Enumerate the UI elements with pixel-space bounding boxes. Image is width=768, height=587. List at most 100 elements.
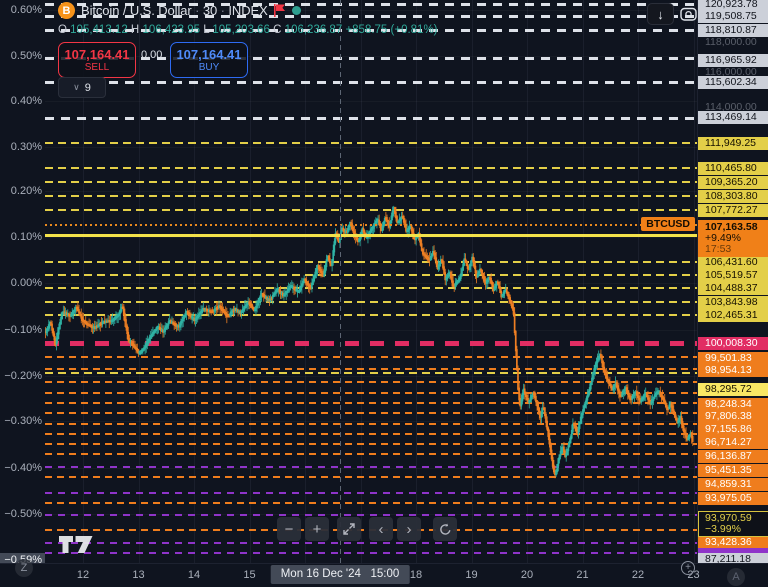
time-tick-label: 22: [632, 569, 644, 581]
clipped-purple-level-label: [698, 548, 768, 553]
expand-icon: [343, 523, 355, 535]
percent-tick-label: 0.00%: [0, 277, 42, 289]
timezone-badge[interactable]: Z: [15, 559, 33, 577]
camera-icon: [680, 6, 697, 21]
price-level-label-yellow: 107,772.27: [698, 204, 768, 217]
percent-tick-label: 0.40%: [0, 95, 42, 107]
buy-label: BUY: [199, 62, 220, 74]
percent-tick-label: 0.30%: [0, 141, 42, 153]
bitcoin-icon: B: [58, 2, 75, 19]
market-type: INDEX: [228, 3, 267, 18]
buy-button[interactable]: 107,164.41 BUY: [170, 42, 248, 78]
time-tick-label: 19: [465, 569, 477, 581]
price-level-label-yellow: 111,949.25: [698, 137, 768, 150]
time-tick-label: 18: [410, 569, 422, 581]
price-level-label-grey: 115,602.34: [698, 76, 768, 89]
price-level-label-yellow: 109,365.20: [698, 176, 768, 189]
percent-tick-label: −0.50%: [0, 508, 42, 520]
horizontal-line-drawing[interactable]: [45, 234, 697, 237]
close-key: C: [273, 24, 281, 36]
price-level-label-orange: 93,428.36: [698, 536, 768, 549]
percent-tick-label: −0.10%: [0, 324, 42, 336]
chart-plot-area[interactable]: BTCUSD B Bitcoin / U.S. Dollar · 30 · IN…: [45, 0, 697, 563]
time-tick-label: 13: [132, 569, 144, 581]
zoom-out-button[interactable]: −: [277, 517, 301, 541]
quantity-value: 9: [85, 82, 91, 94]
bar-countdown: 17:53: [705, 244, 768, 255]
close-value: 106,236.87: [285, 24, 343, 36]
price-line-symbol-tag: BTCUSD: [641, 217, 695, 231]
high-value: 106,423.95: [142, 24, 200, 36]
market-status-dot[interactable]: [292, 6, 301, 15]
price-axis[interactable]: 118,000.00116,000.00114,000.00120,923.78…: [697, 0, 768, 563]
change-value: +858.75 (+0.81%): [345, 24, 437, 36]
sell-button[interactable]: 107,164.41 SELL: [58, 42, 136, 78]
tradingview-chart-window: BTCUSD B Bitcoin / U.S. Dollar · 30 · IN…: [0, 0, 768, 587]
spread-value: 0.00: [141, 49, 162, 61]
price-level-label-yellow: 105,519.57: [698, 269, 768, 282]
candlestick-series[interactable]: [45, 0, 697, 563]
symbol-title[interactable]: Bitcoin / U.S. Dollar · 30 · INDEX: [81, 3, 268, 18]
price-level-label-yellow: 102,465.31: [698, 309, 768, 322]
reset-view-button[interactable]: [433, 517, 457, 541]
price-level-label-yellow: 104,488.37: [698, 282, 768, 295]
buy-price: 107,164.41: [176, 47, 241, 62]
current-price-label: 107,163.58 +9.49% 17:53: [698, 220, 768, 257]
alert-price-label[interactable]: 93,970.59 −3.99%: [698, 511, 768, 537]
time-tick-label: 14: [188, 569, 200, 581]
percent-tick-label: −0.40%: [0, 462, 42, 474]
add-alert-plus-icon[interactable]: +: [681, 561, 695, 575]
percent-tick-label: −0.20%: [0, 370, 42, 382]
time-tick-label: 21: [576, 569, 588, 581]
time-tick-label: 20: [521, 569, 533, 581]
flag-icon[interactable]: [274, 4, 286, 17]
percent-axis[interactable]: 0.60% 0.50% 0.40% 0.30% 0.20% 0.10% 0.00% −0.10…: [0, 0, 45, 563]
price-level-label-orange: 97,806.38: [698, 410, 768, 423]
minus-icon: −: [285, 521, 294, 538]
low-key: L: [203, 24, 209, 36]
ohlc-legend: O 105,413.12 H 106,423.95 L 105,203.66 C…: [58, 24, 438, 36]
open-value: 105,413.12: [70, 24, 128, 36]
low-value: 105,203.66: [212, 24, 270, 36]
alert-price-change: −3.99%: [705, 524, 768, 535]
chevron-down-icon: ∨: [73, 82, 80, 93]
interval-value: 30: [203, 3, 217, 18]
high-key: H: [131, 24, 139, 36]
percent-tick-label: −0.30%: [0, 415, 42, 427]
sell-label: SELL: [85, 62, 109, 74]
zoom-in-button[interactable]: +: [305, 517, 329, 541]
price-level-label-grey: 116,965.92: [698, 54, 768, 67]
time-axis[interactable]: 12131415181920212223 Mon 16 Dec '24 15:0…: [0, 563, 768, 587]
price-scale-tick: 118,000.00: [698, 36, 768, 49]
chevron-left-icon: ‹: [379, 521, 384, 538]
price-level-label-yellow: 106,431.60: [698, 256, 768, 269]
arrow-down-icon: ↓: [657, 7, 664, 22]
price-level-label-grey: 113,469.14: [698, 111, 768, 124]
scroll-right-button[interactable]: ›: [397, 517, 421, 541]
price-level-label-orange: 98,954.13: [698, 364, 768, 377]
tradingview-logo[interactable]: [58, 533, 96, 556]
price-level-label-orange: 95,451.35: [698, 464, 768, 477]
price-level-label-yellow: 110,465.80: [698, 162, 768, 175]
percent-tick-label: 0.50%: [0, 50, 42, 62]
price-level-label-grey: 119,508.75: [698, 10, 768, 23]
symbol-header[interactable]: B Bitcoin / U.S. Dollar · 30 · INDEX: [58, 2, 301, 19]
screenshot-button[interactable]: [677, 2, 697, 24]
percent-tick-label: 0.10%: [0, 231, 42, 243]
scroll-left-button[interactable]: ‹: [369, 517, 393, 541]
auto-scale-badge[interactable]: A: [727, 568, 745, 586]
chevron-right-icon: ›: [407, 521, 412, 538]
price-level-label-yellow: 108,303.80: [698, 190, 768, 203]
maximize-button[interactable]: [337, 517, 361, 541]
crosshair-time-label: Mon 16 Dec '24 15:00: [271, 565, 410, 584]
price-level-label-yellow: 103,843.98: [698, 296, 768, 309]
price-level-label-orange: 97,155.86: [698, 423, 768, 436]
percent-tick-label: 0.60%: [0, 4, 42, 16]
price-level-label-yellow-bright: 98,295.72: [698, 383, 768, 396]
download-button[interactable]: ↓: [647, 3, 674, 25]
price-level-label-pink: 100,008.30: [698, 337, 768, 350]
quantity-dropdown[interactable]: ∨ 9: [58, 77, 106, 98]
time-tick-label: 12: [77, 569, 89, 581]
percent-tick-label: 0.20%: [0, 185, 42, 197]
sell-price: 107,164.41: [64, 47, 129, 62]
